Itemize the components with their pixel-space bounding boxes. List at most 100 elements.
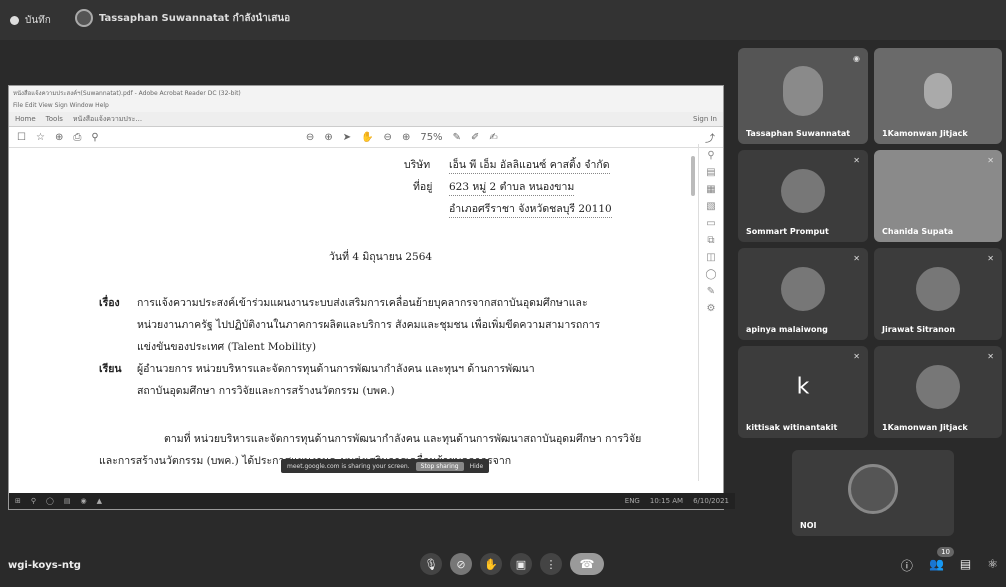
participant-name: apinya malaiwong bbox=[746, 325, 828, 334]
doc-scrollbar[interactable] bbox=[691, 156, 695, 196]
prev-page-icon[interactable]: ⊖ bbox=[306, 132, 314, 143]
save-icon[interactable]: ☐ bbox=[17, 132, 26, 143]
side-controls: ⓘ 👥 ▤ ⚛ bbox=[901, 557, 998, 574]
zoom-out-icon[interactable]: ⊖ bbox=[384, 132, 392, 143]
mic-icon: 🎙 bbox=[424, 557, 438, 571]
taskbar-search-icon[interactable]: ⚲ bbox=[31, 497, 36, 505]
microphone-button[interactable]: 🎙 bbox=[420, 553, 442, 575]
participant-video bbox=[783, 66, 823, 117]
call-controls: 🎙 ⊘ ✋ ▣ ⋮ ☎ bbox=[420, 553, 604, 575]
participant-avatar bbox=[781, 169, 825, 214]
presenter-label: Tassaphan Suwannatat กำลังนำเสนอ bbox=[99, 12, 291, 24]
file-explorer-icon[interactable]: ▤ bbox=[64, 497, 71, 505]
participant-initial: k bbox=[796, 374, 810, 400]
share-icon[interactable]: ⤴ bbox=[705, 130, 715, 145]
upload-icon[interactable]: ⊕ bbox=[55, 132, 63, 143]
acrobat-icon[interactable]: ▲ bbox=[97, 497, 102, 505]
chrome-icon[interactable]: ◉ bbox=[80, 497, 86, 505]
participant-tile[interactable]: ✕ apinya malaiwong bbox=[738, 248, 868, 340]
participant-name: 1Kamonwan Jitjack bbox=[882, 129, 968, 138]
body-line1: ตามที่ หน่วยบริหารและจัดการทุนด้านการพัฒ… bbox=[164, 433, 642, 445]
hide-button[interactable]: Hide bbox=[470, 463, 484, 470]
participant-tile[interactable]: ◉ Tassaphan Suwannatat bbox=[738, 48, 868, 144]
record-dot-icon bbox=[10, 15, 19, 25]
protect-icon[interactable]: ◯ bbox=[705, 269, 716, 280]
subject-line1: การแจ้งความประสงค์เข้าร่วมแผนงานระบบส่งเ… bbox=[137, 297, 588, 309]
present-icon: ▣ bbox=[515, 557, 527, 571]
end-call-button[interactable]: ☎ bbox=[570, 553, 604, 575]
zoom-in-icon[interactable]: ⊕ bbox=[402, 132, 410, 143]
sign-icon[interactable]: ✍ bbox=[489, 132, 497, 143]
people-icon[interactable]: 👥 bbox=[929, 557, 944, 574]
participant-tile[interactable]: ✕ Chanida Supata bbox=[874, 150, 1002, 242]
more-options-button[interactable]: ⋮ bbox=[540, 553, 562, 575]
participant-name: Sommart Promput bbox=[746, 227, 829, 236]
windows-start-icon[interactable]: ⊞ bbox=[15, 497, 21, 505]
tools-rail: ⚲ ▤ ▦ ▧ ▭ ⧉ ◫ ◯ ✎ ⚙ bbox=[698, 144, 723, 481]
company-label: บริษัท bbox=[404, 159, 431, 171]
mic-off-icon: ✕ bbox=[987, 254, 994, 263]
export-pdf-icon[interactable]: ▤ bbox=[706, 167, 715, 178]
participant-video bbox=[924, 73, 952, 110]
star-icon[interactable]: ☆ bbox=[36, 132, 45, 143]
compress-icon[interactable]: ◫ bbox=[706, 252, 715, 263]
organize-icon[interactable]: ⧉ bbox=[707, 235, 714, 246]
chat-icon[interactable]: ▤ bbox=[960, 557, 971, 574]
presenter-indicator: Tassaphan Suwannatat กำลังนำเสนอ bbox=[75, 9, 290, 27]
meeting-code: wgi-koys-ntg bbox=[8, 560, 81, 571]
shared-screen: หนังสือแจ้งความประสงค์ฯ(Suwannatat).pdf … bbox=[8, 85, 735, 510]
participant-name: NOI bbox=[800, 521, 817, 530]
next-page-icon[interactable]: ⊕ bbox=[324, 132, 332, 143]
more-vert-icon: ⋮ bbox=[545, 557, 557, 571]
create-pdf-icon[interactable]: ▦ bbox=[706, 184, 715, 195]
speaking-icon: ◉ bbox=[853, 54, 860, 63]
pdf-document: บริษัท เอ็น พี เอ็ม อัลลิแอนซ์ คาสติ้ง จ… bbox=[9, 144, 699, 475]
subject-label: เรื่อง bbox=[99, 297, 120, 309]
more-tools-icon[interactable]: ⚙ bbox=[707, 303, 716, 314]
participant-avatar bbox=[916, 365, 960, 410]
edit-pdf-icon[interactable]: ▧ bbox=[706, 201, 715, 212]
participant-tile[interactable]: ✕ Sommart Promput bbox=[738, 150, 868, 242]
hand-icon[interactable]: ✋ bbox=[361, 132, 373, 143]
info-icon[interactable]: ⓘ bbox=[901, 557, 913, 574]
comment-tool-icon[interactable]: ▭ bbox=[706, 218, 715, 229]
search-icon[interactable]: ⚲ bbox=[91, 132, 98, 143]
tab-tools[interactable]: Tools bbox=[46, 115, 63, 123]
task-view-icon[interactable]: ◯ bbox=[46, 497, 54, 505]
tab-home[interactable]: Home bbox=[15, 115, 36, 123]
raise-hand-button[interactable]: ✋ bbox=[480, 553, 502, 575]
participant-tile[interactable]: k ✕ kittisak witinantakit bbox=[738, 346, 868, 438]
participant-tile[interactable]: ✕ 1Kamonwan Jitjack bbox=[874, 346, 1002, 438]
print-icon[interactable]: ⎙ bbox=[73, 132, 81, 143]
window-title: หนังสือแจ้งความประสงค์ฯ(Suwannatat).pdf … bbox=[13, 90, 241, 97]
comment-icon[interactable]: ✎ bbox=[453, 132, 461, 143]
sign-in-link[interactable]: Sign In bbox=[693, 115, 717, 123]
participant-avatar bbox=[848, 463, 898, 514]
cursor-icon[interactable]: ➤ bbox=[343, 132, 351, 143]
subject-line3: แข่งขันของประเทศ (Talent Mobility) bbox=[137, 341, 317, 353]
participant-count-badge: 10 bbox=[937, 547, 954, 557]
address-label: ที่อยู่ bbox=[413, 181, 433, 193]
screen-share-notice: meet.google.com is sharing your screen. … bbox=[281, 459, 490, 473]
taskbar-lang: ENG bbox=[624, 497, 640, 505]
mic-off-icon: ✕ bbox=[853, 254, 860, 263]
fill-sign-icon[interactable]: ✎ bbox=[707, 286, 715, 297]
windows-taskbar: ⊞ ⚲ ◯ ▤ ◉ ▲ ENG 10:15 AM 6/10/2021 bbox=[9, 493, 735, 509]
mic-off-icon: ✕ bbox=[987, 156, 994, 165]
participant-avatar bbox=[781, 267, 825, 312]
camera-button[interactable]: ⊘ bbox=[450, 553, 472, 575]
participant-tile[interactable]: NOI bbox=[792, 450, 954, 536]
stop-sharing-button[interactable]: Stop sharing bbox=[415, 461, 464, 471]
zoom-icon[interactable]: ⚲ bbox=[707, 150, 714, 161]
tab-document[interactable]: หนังสือแจ้งความประ... bbox=[73, 114, 142, 125]
hand-icon: ✋ bbox=[484, 557, 498, 571]
zoom-level[interactable]: 75% bbox=[420, 132, 442, 143]
activities-icon[interactable]: ⚛ bbox=[987, 557, 998, 574]
participant-tile[interactable]: 1Kamonwan Jitjack bbox=[874, 48, 1002, 144]
to-line1: ผู้อำนวยการ หน่วยบริหารและจัดการทุนด้านก… bbox=[137, 363, 535, 375]
present-button[interactable]: ▣ bbox=[510, 553, 532, 575]
participant-tile[interactable]: ✕ Jirawat Sitranon bbox=[874, 248, 1002, 340]
taskbar-time: 10:15 AM bbox=[649, 497, 684, 505]
pen-icon[interactable]: ✐ bbox=[471, 132, 479, 143]
participant-avatar bbox=[916, 267, 960, 312]
